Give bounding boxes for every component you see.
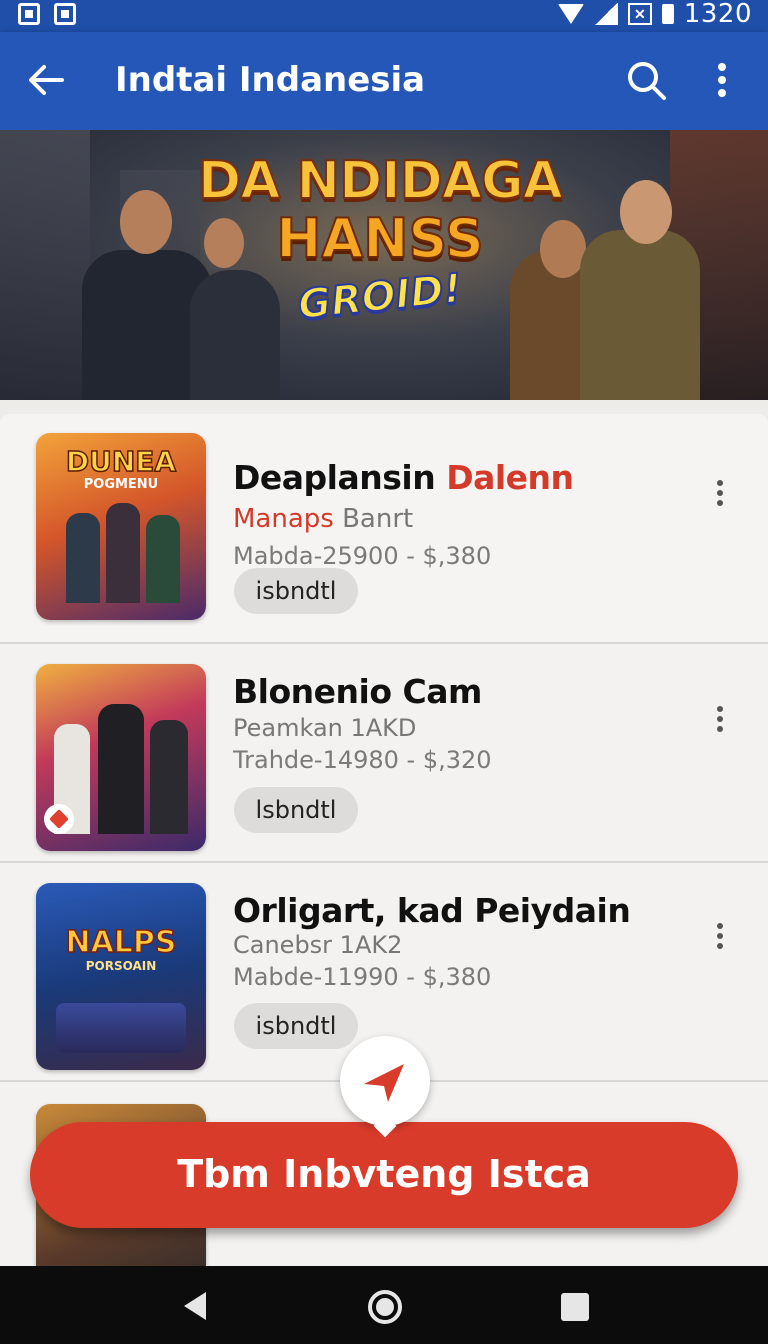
item-title: Blonenio Cam [233, 672, 482, 711]
page-title: Indtai Indanesia [115, 60, 426, 100]
item-tag-chip[interactable]: isbndtl [234, 568, 358, 614]
status-bar: ✕ 1320 [0, 0, 768, 32]
banner-title-line1: DA NDIDAGA [197, 151, 564, 211]
thumbnail-title: DUNEA [65, 444, 177, 479]
app-bar: Indtai Indanesia [0, 32, 768, 130]
signal-icon [593, 3, 618, 25]
banner-character-head [620, 180, 672, 244]
banner-character-head [120, 190, 172, 254]
status-indicators: ✕ 1320 [557, 0, 752, 29]
item-price: Trahde-14980 - $,320 [233, 746, 492, 774]
back-button[interactable] [22, 56, 70, 104]
item-price: Mabde-11990 - $,380 [233, 963, 492, 991]
thumbnail-figure [146, 515, 180, 603]
item-title-highlight: Dalenn [446, 458, 574, 497]
nav-recents-icon[interactable] [561, 1293, 589, 1321]
system-nav-bar [0, 1266, 768, 1344]
item-title: Deaplansin Dalenn [233, 458, 574, 497]
banner-title: DA NDIDAGA HANSS GROID! [190, 151, 570, 329]
game-thumbnail: DUNEA POGMENU [36, 433, 206, 620]
item-price: Mabda-25900 - $,380 [233, 542, 492, 570]
list-item[interactable]: Blonenio Cam Peamkan 1AKD Trahde-14980 -… [0, 644, 768, 863]
banner-building [0, 130, 90, 400]
status-time: 1320 [683, 0, 752, 29]
wifi-icon [557, 4, 584, 24]
list-item[interactable]: DUNEA POGMENU Deaplansin Dalenn Manaps B… [0, 414, 768, 644]
nav-back-icon[interactable] [184, 1292, 206, 1320]
item-title-text: Deaplansin [233, 458, 447, 497]
thumbnail-subtitle: POGMENU [83, 477, 159, 492]
game-thumbnail: NALPS PORSOAIN [36, 883, 206, 1070]
badge-icon [44, 804, 74, 834]
item-title: Orligart, kad Peiydain [233, 891, 631, 930]
more-vertical-icon [718, 63, 726, 97]
nav-home-icon[interactable] [368, 1290, 402, 1324]
item-subtitle-highlight: Manaps [233, 504, 334, 534]
thumbnail-subtitle: PORSOAIN [85, 959, 157, 973]
game-thumbnail [36, 664, 206, 851]
item-subtitle: Peamkan 1AKD [233, 714, 417, 742]
item-more-button[interactable] [706, 476, 734, 516]
notification-icon [54, 3, 76, 25]
thumbnail-figure [66, 513, 100, 603]
search-button[interactable] [622, 56, 670, 104]
notification-icon [18, 3, 40, 25]
no-sim-icon: ✕ [627, 3, 652, 25]
item-subtitle: Canebsr 1AK2 [233, 931, 403, 959]
banner-character [580, 230, 700, 400]
arrow-left-icon [29, 65, 64, 95]
thumbnail-scene [56, 1003, 186, 1053]
status-notifications [18, 3, 76, 25]
send-icon [364, 1064, 404, 1102]
primary-cta-button[interactable]: Tbm Inbvteng Istca [30, 1122, 738, 1228]
banner-title-line2: HANSS [275, 207, 485, 270]
thumbnail-figure [150, 720, 188, 834]
item-subtitle-text: Banrt [333, 504, 414, 534]
more-options-button[interactable] [700, 56, 744, 104]
thumbnail-figure [98, 704, 144, 834]
item-more-button[interactable] [706, 919, 734, 959]
search-icon [628, 62, 666, 100]
thumbnail-figure [106, 503, 140, 603]
battery-icon [661, 4, 674, 24]
promo-banner[interactable]: DA NDIDAGA HANSS GROID! [0, 130, 768, 400]
share-button[interactable] [340, 1036, 430, 1126]
thumbnail-title: NALPS [65, 924, 178, 961]
item-subtitle: Manaps Banrt [233, 504, 413, 534]
item-more-button[interactable] [706, 702, 734, 742]
banner-title-line3: GROID! [295, 265, 465, 330]
item-tag-chip[interactable]: lsbndtl [234, 787, 358, 833]
